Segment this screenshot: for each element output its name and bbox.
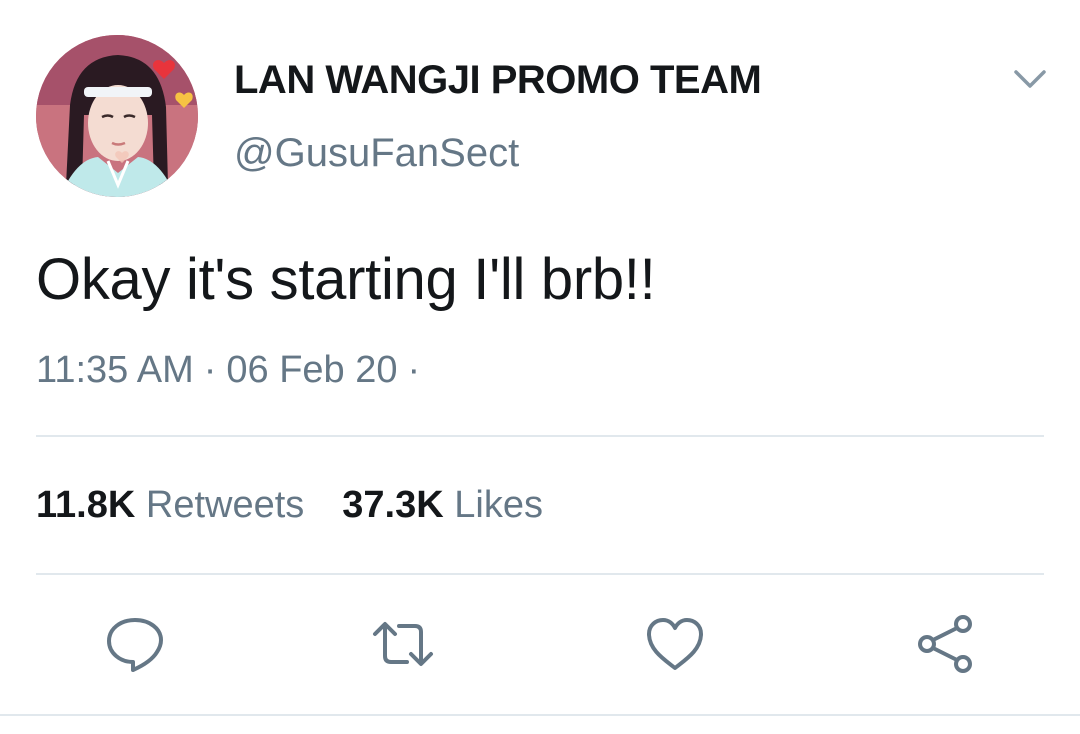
retweet-arrows-icon xyxy=(373,622,433,666)
tweet-stats: 11.8K Retweets 37.3K Likes xyxy=(36,484,581,527)
divider xyxy=(36,435,1044,437)
reply-button[interactable] xyxy=(103,612,167,676)
like-button[interactable] xyxy=(643,612,707,676)
speech-bubble-icon xyxy=(107,618,163,672)
likes-stat[interactable]: 37.3K Likes xyxy=(342,484,543,526)
tweet-text: Okay it's starting I'll brb!! xyxy=(36,247,656,312)
share-button[interactable] xyxy=(913,612,977,676)
divider xyxy=(36,573,1044,575)
tweet-date: 06 Feb 20 xyxy=(226,349,398,391)
chevron-down-icon[interactable] xyxy=(1010,62,1050,96)
author-handle[interactable]: @GusuFanSect xyxy=(234,131,519,176)
separator-dot: · xyxy=(203,349,217,391)
profile-photo xyxy=(36,35,198,197)
tweet-timestamp: 11:35 AM · 06 Feb 20 · xyxy=(36,349,430,392)
heart-icon xyxy=(647,618,703,670)
retweets-stat[interactable]: 11.8K Retweets xyxy=(36,484,304,526)
retweet-button[interactable] xyxy=(371,612,435,676)
avatar[interactable] xyxy=(36,35,198,197)
retweets-count: 11.8K xyxy=(36,484,136,526)
tweet-time: 11:35 AM xyxy=(36,349,194,391)
retweets-label: Retweets xyxy=(145,484,305,526)
share-nodes-icon xyxy=(918,615,972,673)
author-display-name[interactable]: LAN WANGJI PROMO TEAM xyxy=(234,58,762,103)
divider xyxy=(0,714,1080,716)
likes-count: 37.3K xyxy=(342,484,444,526)
separator-dot: · xyxy=(407,349,421,391)
likes-label: Likes xyxy=(454,484,543,526)
